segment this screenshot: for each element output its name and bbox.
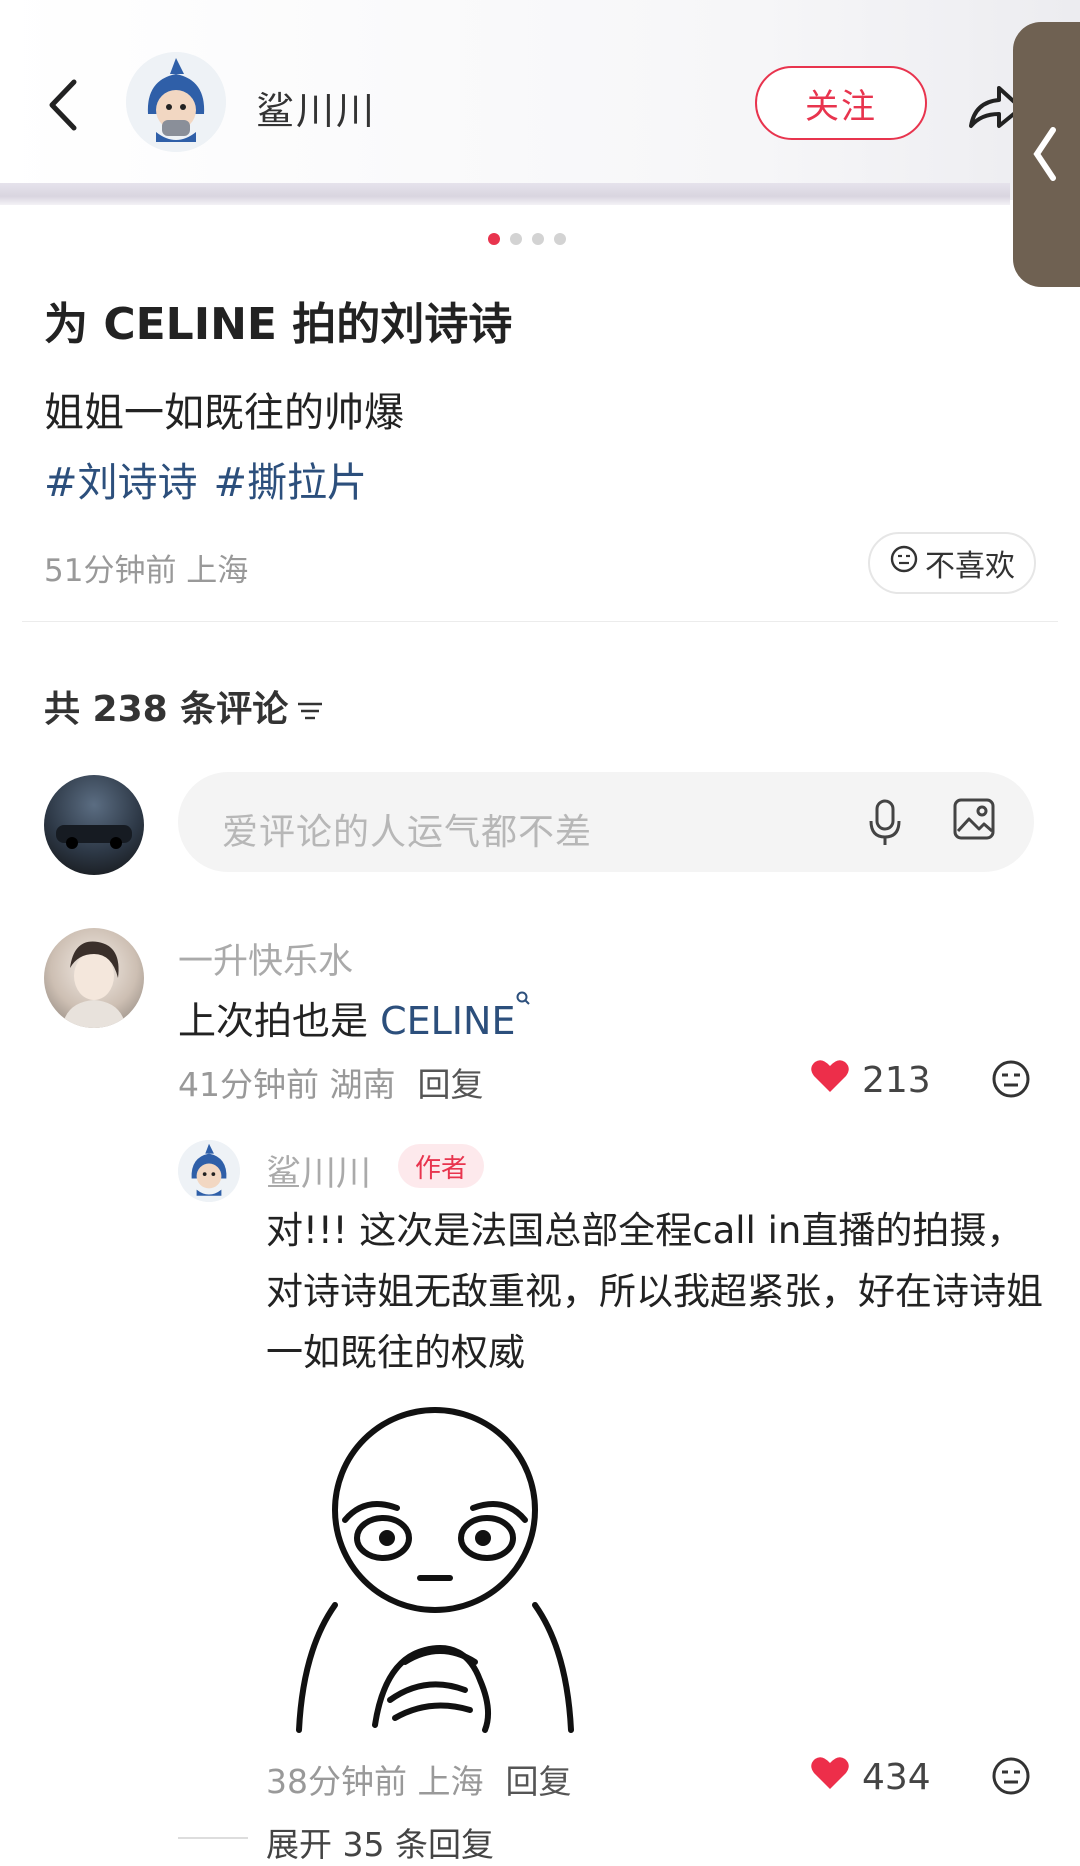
back-arrow-icon[interactable]: [40, 70, 90, 140]
reply-author-name[interactable]: 鲨川川: [266, 1145, 371, 1196]
reply-button[interactable]: 回复: [505, 1762, 571, 1801]
reply-text: 对!!! 这次是法国总部全程call in直播的拍摄，对诗诗姐无敌重视，所以我超…: [266, 1209, 1043, 1374]
comment-count-label: 共 238 条评论: [44, 689, 289, 730]
image-upload-icon[interactable]: [952, 797, 996, 845]
post-title: 为 CELINE 拍的刘诗诗: [44, 299, 513, 350]
author-avatar[interactable]: [126, 52, 226, 152]
like-count: 434: [862, 1757, 931, 1798]
tag-link[interactable]: #撕拉片: [214, 460, 368, 506]
like-button[interactable]: 434: [810, 1755, 931, 1800]
expand-divider: [178, 1837, 248, 1839]
tag-link[interactable]: #刘诗诗: [44, 460, 198, 506]
divider: [22, 621, 1058, 622]
author-badge: 作者: [398, 1144, 484, 1188]
follow-button[interactable]: 关注: [755, 66, 927, 140]
dislike-label: 不喜欢: [925, 549, 1015, 584]
post-tags: #刘诗诗 #撕拉片: [44, 450, 383, 508]
carousel-dot: [554, 233, 566, 245]
side-collapse-tab[interactable]: [1013, 22, 1080, 287]
heart-icon: [810, 1058, 850, 1103]
like-button[interactable]: 213: [810, 1058, 931, 1103]
expand-replies-button[interactable]: 展开 35 条回复: [266, 1818, 494, 1866]
like-count: 213: [862, 1060, 931, 1101]
dislike-button[interactable]: 不喜欢: [868, 532, 1036, 594]
search-icon[interactable]: [515, 991, 531, 1043]
reply-button[interactable]: 回复: [417, 1065, 483, 1104]
reply-time-location: 38分钟前 上海: [266, 1762, 484, 1801]
current-user-avatar: [44, 775, 144, 875]
microphone-icon[interactable]: [865, 797, 905, 851]
image-top-strip: [0, 183, 1010, 205]
meme-sticker-image[interactable]: [275, 1400, 595, 1735]
carousel-dot-active: [488, 233, 500, 245]
reply-author-avatar[interactable]: [178, 1140, 240, 1202]
commenter-avatar[interactable]: [44, 928, 144, 1028]
comment-text-prefix: 上次拍也是: [178, 999, 381, 1043]
meh-face-icon: [889, 544, 919, 582]
comment-text: 上次拍也是 CELINE: [178, 990, 531, 1045]
comment-input-placeholder[interactable]: 爱评论的人运气都不差: [222, 803, 592, 855]
carousel-dot: [510, 233, 522, 245]
carousel-dot: [532, 233, 544, 245]
comment-meta: 41分钟前 湖南 回复: [178, 1058, 483, 1106]
post-meta: 51分钟前 上海: [44, 553, 249, 589]
post-body: 姐姐一如既往的帅爆: [44, 390, 404, 436]
search-keyword-link[interactable]: CELINE: [380, 999, 515, 1043]
dislike-comment-icon[interactable]: [990, 1755, 1032, 1801]
dislike-comment-icon[interactable]: [990, 1058, 1032, 1104]
reply-meta: 38分钟前 上海 回复: [266, 1755, 571, 1803]
comment-time-location: 41分钟前 湖南: [178, 1065, 396, 1104]
comment-count: 共 238 条评论: [44, 680, 324, 732]
heart-icon: [810, 1755, 850, 1800]
sort-icon[interactable]: [296, 691, 324, 732]
carousel-indicator: [488, 233, 566, 245]
commenter-name[interactable]: 一升快乐水: [178, 933, 353, 984]
author-name[interactable]: 鲨川川: [256, 80, 376, 135]
